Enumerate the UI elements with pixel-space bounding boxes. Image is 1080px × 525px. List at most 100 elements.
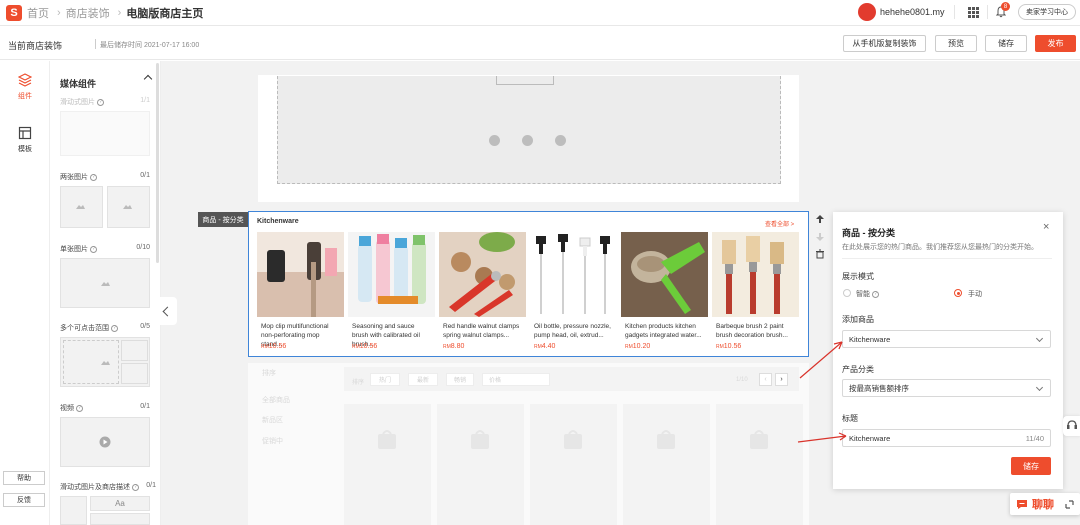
chat-expand-icon[interactable] bbox=[1065, 499, 1074, 509]
feedback-button[interactable]: 反馈 bbox=[3, 493, 45, 507]
close-icon[interactable]: × bbox=[1043, 221, 1049, 233]
customer-service-icon[interactable] bbox=[1063, 416, 1080, 436]
layers-icon bbox=[18, 73, 32, 87]
help-icon[interactable]: ? bbox=[132, 483, 139, 491]
help-icon[interactable]: ? bbox=[872, 290, 879, 298]
rail-templates-label: 模板 bbox=[18, 146, 32, 153]
panel-scrollbar[interactable] bbox=[156, 63, 159, 263]
avatar[interactable] bbox=[858, 3, 876, 21]
shop-bag-icon bbox=[471, 430, 489, 449]
image-placeholder-icon bbox=[101, 282, 110, 286]
product-card[interactable]: Seasoning and sauce brush with calibrate… bbox=[348, 232, 435, 353]
comp-count-hotspot: 0/5 bbox=[140, 323, 150, 330]
mode-smart-label[interactable]: 智能? bbox=[856, 289, 879, 299]
product-card[interactable]: Red handle walnut clamps spring walnut c… bbox=[439, 232, 526, 353]
faded-side-item: 排序 bbox=[262, 370, 276, 377]
mode-manual-label[interactable]: 手动 bbox=[968, 289, 982, 299]
hotspot-region-glyph bbox=[63, 340, 119, 384]
chat-label: 聊聊 bbox=[1032, 499, 1054, 511]
hotspot-region-glyph bbox=[121, 340, 148, 361]
add-products-label: 添加商品 bbox=[842, 315, 874, 324]
learning-center-button[interactable]: 卖家学习中心 bbox=[1018, 4, 1076, 20]
faded-chip: 最新 bbox=[408, 373, 438, 386]
help-icon[interactable]: ? bbox=[90, 245, 97, 253]
apps-grid-icon[interactable] bbox=[968, 7, 979, 18]
help-icon[interactable]: ? bbox=[76, 404, 83, 412]
collapse-caret-icon[interactable] bbox=[143, 74, 153, 84]
carousel-dot[interactable] bbox=[522, 135, 533, 146]
carousel-dot[interactable] bbox=[555, 135, 566, 146]
product-image bbox=[348, 232, 435, 317]
move-down-icon[interactable] bbox=[815, 232, 825, 242]
help-button[interactable]: 帮助 bbox=[3, 471, 45, 485]
divider bbox=[987, 5, 988, 19]
product-card[interactable]: Barbeque brush 2 paint brush decoration … bbox=[712, 232, 799, 353]
chat-widget[interactable]: 聊聊 bbox=[1010, 493, 1080, 515]
prev-page-button[interactable]: ‹ bbox=[759, 373, 772, 386]
product-category-select[interactable]: 按最高销售额排序 bbox=[842, 379, 1051, 397]
faded-page-indicator: 1/10 bbox=[736, 377, 748, 383]
chevron-down-icon bbox=[1035, 334, 1044, 343]
product-card[interactable]: Oil bottle, pressure nozzle, pump head, … bbox=[530, 232, 617, 353]
title-input[interactable]: Kitchenware 11/40 bbox=[842, 429, 1051, 447]
comp-slider-image[interactable] bbox=[60, 111, 150, 156]
save-button[interactable]: 储存 bbox=[985, 35, 1027, 52]
next-page-button[interactable]: › bbox=[775, 373, 788, 386]
image-placeholder-icon bbox=[123, 205, 132, 209]
faded-chip: 热门 bbox=[370, 373, 400, 386]
faded-product-card bbox=[530, 404, 617, 525]
mode-smart-radio[interactable] bbox=[843, 289, 851, 297]
title-char-counter: 11/40 bbox=[1025, 434, 1044, 443]
copy-from-mobile-button[interactable]: 从手机版复制装饰 bbox=[843, 35, 926, 52]
breadcrumb-home[interactable]: 首页 bbox=[27, 5, 49, 21]
breadcrumb-current-page: 电脑版商店主页 bbox=[126, 7, 204, 20]
shop-bag-icon bbox=[378, 430, 396, 449]
product-price: RM10.56 bbox=[716, 343, 742, 350]
faded-sort-label: 排序 bbox=[352, 380, 365, 386]
help-icon[interactable]: ? bbox=[97, 98, 104, 106]
product-image bbox=[439, 232, 526, 317]
preview-button[interactable]: 预览 bbox=[935, 35, 977, 52]
help-icon[interactable]: ? bbox=[111, 324, 118, 332]
play-icon bbox=[99, 436, 111, 448]
comp-slider-desc-extra[interactable] bbox=[90, 513, 150, 525]
rail-components[interactable]: 组件 bbox=[0, 73, 50, 101]
comp-slider-desc-image[interactable] bbox=[60, 496, 87, 525]
divider bbox=[842, 258, 1052, 259]
breadcrumb-separator-icon: › bbox=[117, 6, 122, 19]
product-image bbox=[530, 232, 617, 317]
username[interactable]: hehehe0801.my bbox=[880, 7, 945, 17]
product-card[interactable]: Kitchen products kitchen gadgets integra… bbox=[621, 232, 708, 353]
product-name: Kitchen products kitchen gadgets integra… bbox=[625, 323, 702, 339]
comp-label-hotspot: 多个可点击范围? bbox=[60, 323, 118, 333]
collapse-panel-handle[interactable] bbox=[155, 297, 177, 325]
comp-slider-desc-text[interactable]: Aa bbox=[90, 496, 150, 511]
publish-button[interactable]: 发布 bbox=[1035, 35, 1076, 52]
move-up-icon[interactable] bbox=[815, 214, 825, 224]
module-settings-panel bbox=[833, 212, 1063, 489]
rail-templates[interactable]: 模板 bbox=[0, 126, 50, 154]
faded-chip: 价格 bbox=[482, 373, 550, 386]
selected-module-label: 商品 - 按分类 bbox=[198, 212, 248, 227]
comp-label-slider: 滑动式图片? bbox=[60, 97, 104, 107]
shop-bag-icon bbox=[564, 430, 582, 449]
help-icon[interactable]: ? bbox=[90, 173, 97, 181]
faded-chip: 畅销 bbox=[446, 373, 474, 386]
breadcrumb-shop-decoration[interactable]: 商店装饰 bbox=[66, 5, 110, 21]
image-placeholder-icon bbox=[76, 205, 85, 209]
faded-product-card bbox=[344, 404, 431, 525]
add-products-select[interactable]: Kitchenware bbox=[842, 330, 1051, 348]
delete-icon[interactable] bbox=[815, 249, 825, 259]
product-price: RM10.56 bbox=[261, 343, 287, 350]
product-card[interactable]: Mop clip multifunctional non-perforating… bbox=[257, 232, 344, 353]
see-all-link[interactable]: 查看全部 > bbox=[765, 219, 794, 228]
carousel-dot[interactable] bbox=[489, 135, 500, 146]
mode-manual-radio[interactable] bbox=[954, 289, 962, 297]
banner-placeholder bbox=[277, 76, 781, 184]
product-section-title: Kitchenware bbox=[257, 218, 299, 225]
banner-notch bbox=[496, 76, 554, 85]
comp-count-two-images: 0/1 bbox=[140, 172, 150, 179]
shopee-logo-icon[interactable]: S bbox=[6, 4, 22, 21]
settings-save-button[interactable]: 储存 bbox=[1011, 457, 1051, 475]
divider bbox=[95, 39, 96, 49]
